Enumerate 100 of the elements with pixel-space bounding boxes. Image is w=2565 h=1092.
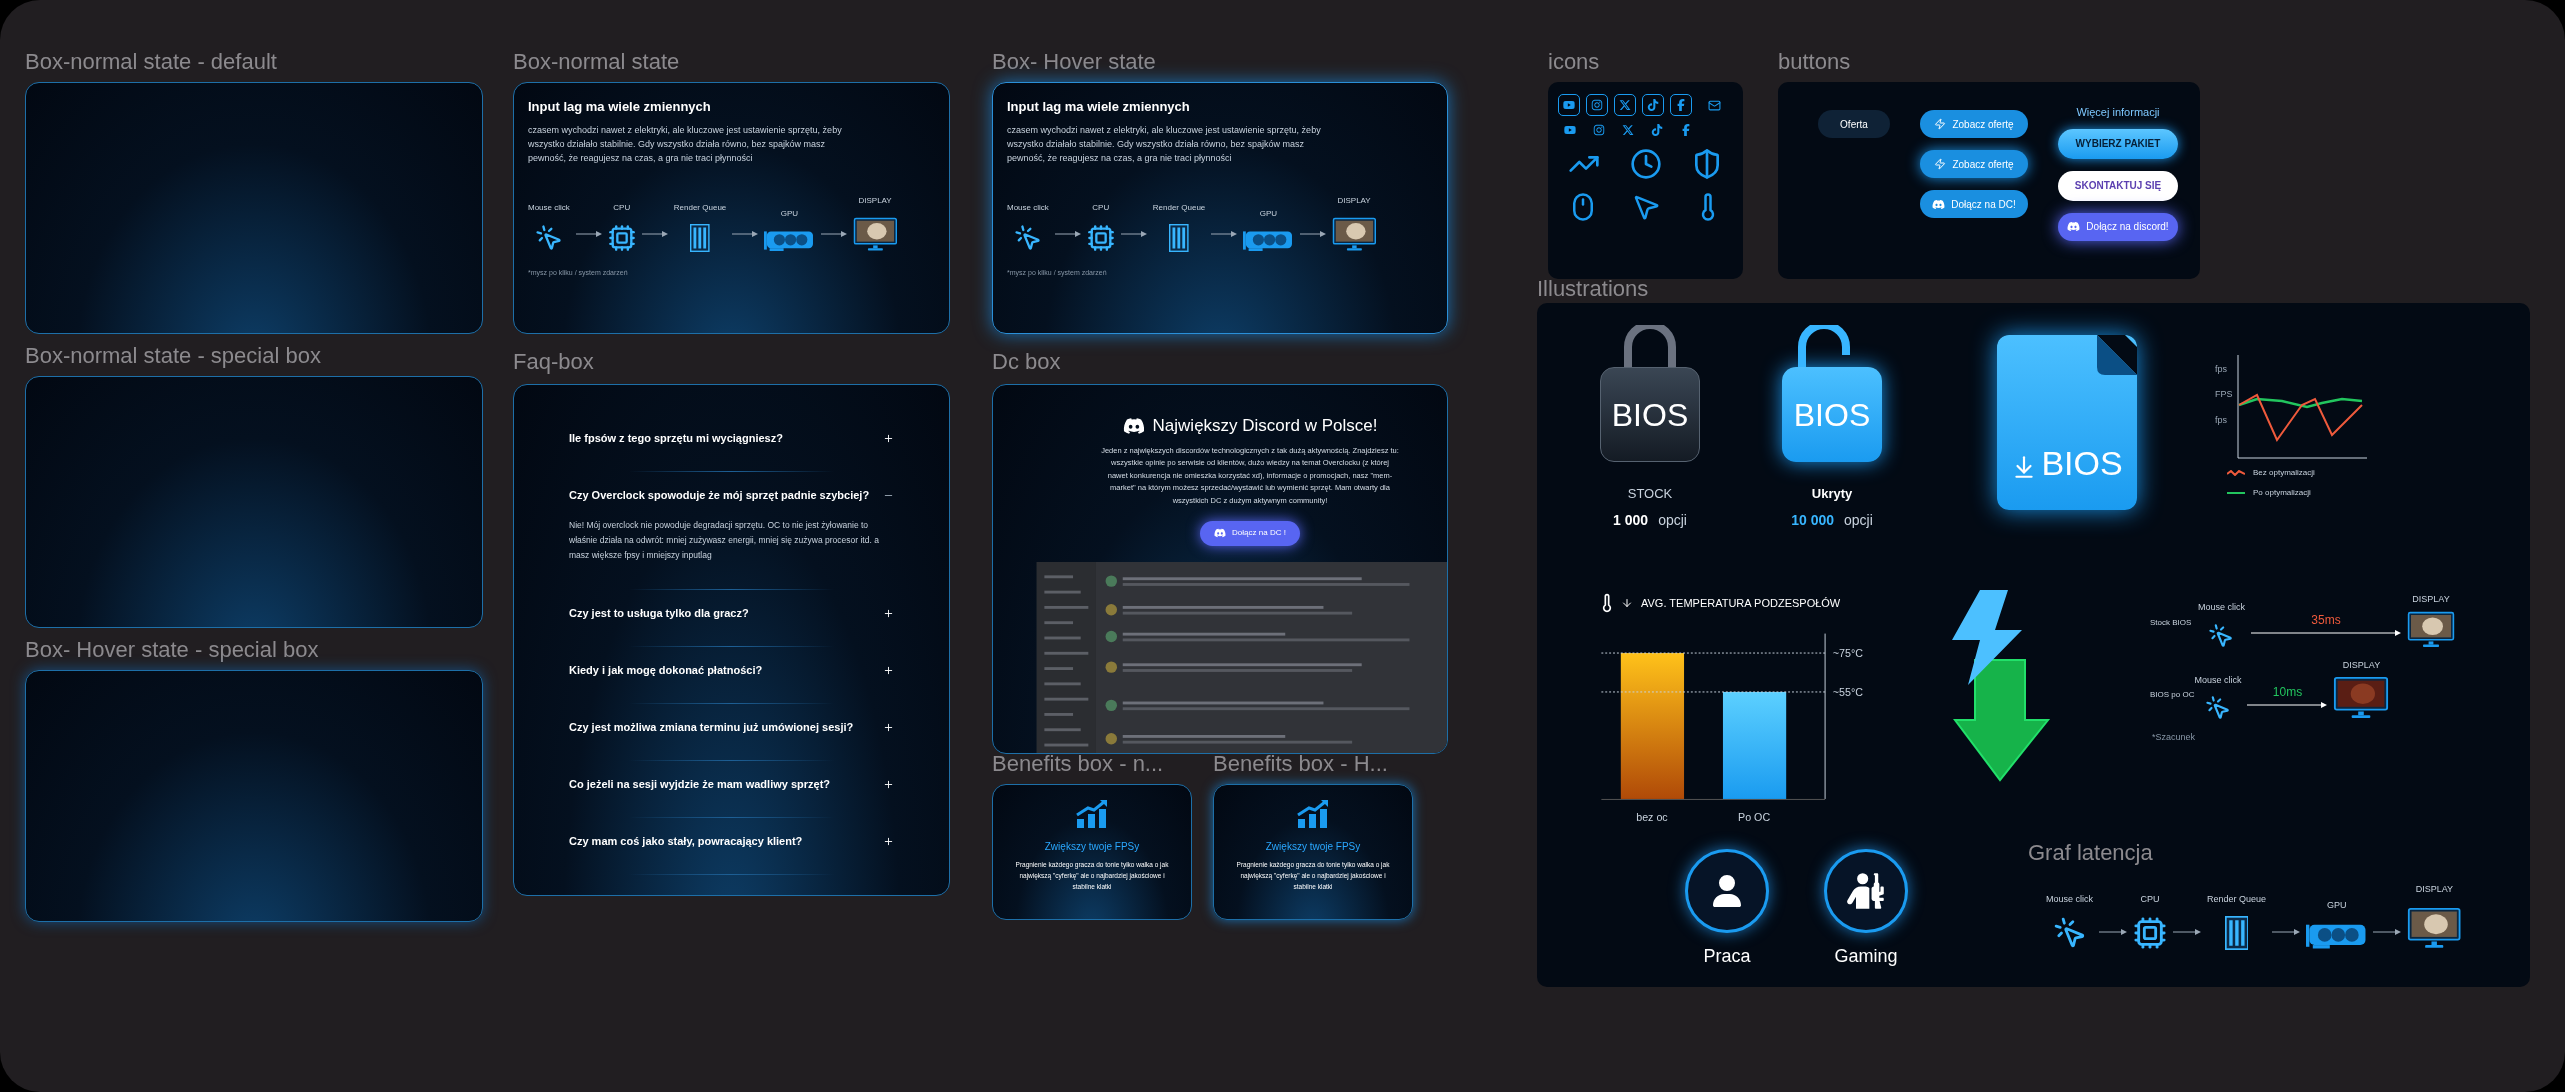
buttons-heading: Więcej informacji xyxy=(2076,105,2160,120)
section-label: Box-normal state - special box xyxy=(25,342,322,370)
step-label: CPU xyxy=(2140,892,2160,906)
monitor-icon xyxy=(2407,610,2455,649)
instagram-icon[interactable] xyxy=(1586,94,1608,116)
category-label: bez oc xyxy=(1636,811,1668,824)
contact-button[interactable]: SKONTAKTUJ SIĘ xyxy=(2058,170,2178,201)
bolt-icon xyxy=(1934,158,1947,170)
connector-arrow xyxy=(1299,230,1326,239)
connector-arrow xyxy=(1120,230,1147,239)
x-icon[interactable] xyxy=(1622,124,1634,136)
step-label: Mouse click xyxy=(2198,601,2245,615)
benefit-title: Zwiększy twoje FPSy xyxy=(1265,840,1361,854)
bolt-icon xyxy=(1934,118,1947,130)
facebook-icon[interactable] xyxy=(1680,124,1692,136)
section-label: Box- Hover state - special box xyxy=(25,636,320,664)
step-label: Render Queue xyxy=(1152,202,1206,215)
mouse-click-icon xyxy=(2204,695,2231,722)
graphics-card-icon xyxy=(764,229,815,253)
arrow-down-icon xyxy=(1621,597,1633,609)
connector-arrow xyxy=(820,230,847,239)
mode-label: Gaming xyxy=(1834,945,1898,968)
offer-button[interactable]: Oferta xyxy=(1818,110,1890,138)
youtube-icon[interactable] xyxy=(1564,124,1576,136)
connector-arrow xyxy=(2099,928,2127,936)
tick-label: ~75°C xyxy=(1832,646,1863,659)
graphics-card-icon xyxy=(1243,229,1294,253)
step-label: Mouse click xyxy=(2046,892,2093,906)
youtube-icon[interactable] xyxy=(1558,94,1580,116)
mode-button[interactable] xyxy=(1685,849,1769,933)
card-title: Input lag ma wiele zmiennych xyxy=(1007,98,1191,116)
tiktok-icon[interactable] xyxy=(1642,94,1664,116)
section-label: Box- Hover state xyxy=(992,48,1157,76)
axis-label: FPS xyxy=(2215,388,2233,402)
step-label: Mouse click xyxy=(2194,673,2242,687)
cpu-icon xyxy=(2133,916,2167,950)
step-label: CPU xyxy=(613,202,631,215)
legend-label: Po optymalizacji xyxy=(2253,487,2311,499)
plus-icon xyxy=(883,607,894,619)
x-icon[interactable] xyxy=(1614,94,1636,116)
connector-arrow xyxy=(2173,928,2201,936)
faq-answer: Nie! Mój overclock nie powoduje degradacji sprzętu. OC to nie jest żyłowanie to właśnie działa na odwrót: mniej zużywasz energii, mniej się zużywa procesor itd. a masz większe fpsy i mniejszy inputlag xyxy=(569,519,880,562)
latency-time: 35ms xyxy=(2311,611,2341,629)
lock-name: STOCK xyxy=(1627,485,1673,503)
monitor-icon xyxy=(852,216,898,253)
mode-label: Praca xyxy=(1703,945,1751,968)
faq-question[interactable]: Czy jest to usługa tylko dla gracz? xyxy=(569,590,894,636)
axis-label: fps xyxy=(2215,413,2228,427)
facebook-icon[interactable] xyxy=(1670,94,1692,116)
graphics-card-icon xyxy=(2306,922,2368,950)
discord-title: Największy Discord w Polsce! xyxy=(1152,415,1378,437)
join-discord-button[interactable]: Dołącz na DC ! xyxy=(1200,521,1300,546)
faq-question[interactable]: Czy Overclock spowoduje że mój sprzęt padnie szybciej? xyxy=(569,472,894,518)
lock-body: BIOS xyxy=(1600,367,1700,462)
discord-button[interactable]: Dołącz na discord! xyxy=(2058,212,2178,241)
step-label: GPU xyxy=(1259,207,1278,220)
card-title: Input lag ma wiele zmiennych xyxy=(528,98,712,116)
step-label: DISPLAY xyxy=(2342,658,2381,672)
connector-arrow xyxy=(2272,928,2301,936)
legend-label: Bez optymalizacji xyxy=(2253,467,2315,479)
category-label: Po OC xyxy=(1738,811,1771,824)
tick-label: ~55°C xyxy=(1832,685,1863,698)
mouse-click-icon xyxy=(2052,916,2087,950)
folded-corner-icon xyxy=(2097,335,2137,375)
step-label: DISPLAY xyxy=(1337,194,1371,207)
option-count: 1 000 xyxy=(1613,510,1649,530)
row-label: BIOS po OC xyxy=(2150,689,2195,702)
soldier-icon xyxy=(1846,871,1886,911)
discord-icon xyxy=(2067,220,2081,233)
faq-question[interactable]: Co jeżeli na sesji wyjdzie że mam wadliwy sprzęt? xyxy=(569,761,894,807)
faq-question[interactable]: Ile fpsów z tego sprzętu mi wyciągniesz? xyxy=(569,415,894,461)
section-label: Faq-box xyxy=(513,348,595,376)
faq-question[interactable]: Czy jest możliwa zmiana terminu już umówionej sesji? xyxy=(569,704,894,750)
connector-arrow xyxy=(641,230,668,239)
mode-button[interactable] xyxy=(1824,849,1908,933)
section-label: Box-normal state xyxy=(513,48,681,76)
step-label: CPU xyxy=(1092,202,1110,215)
user-icon xyxy=(1711,875,1743,907)
discord-icon xyxy=(1932,197,1946,211)
instagram-icon[interactable] xyxy=(1593,124,1605,136)
faq-question[interactable]: Czy mam coś jako stały, powracający klient? xyxy=(569,818,894,864)
card-text: czasem wychodzi nawet z elektryki, ale kluczowe jest ustawienie sprzętu, żeby wszystko działało stabilnie. Gdy wszystko działa równo, bez spajków masz pewność, że reagujesz na czas, a gra nie traci płynności xyxy=(1007,123,1322,165)
card-text: czasem wychodzi nawet z elektryki, ale kluczowe jest ustawienie sprzętu, żeby wszystko działało stabilnie. Gdy wszystko działa równo, bez spajków masz pewność, że reagujesz na czas, a gra nie traci płynności xyxy=(528,123,843,165)
latency-time: 10ms xyxy=(2272,684,2303,702)
step-label: Mouse click xyxy=(528,202,570,215)
faq-question[interactable]: Kiedy i jak mogę dokonać płatności? xyxy=(569,647,894,693)
option-count: 10 000 xyxy=(1791,510,1834,530)
plus-icon xyxy=(883,778,894,790)
footnote: *Szacunek xyxy=(2152,731,2197,745)
render-queue-icon xyxy=(1169,224,1189,253)
option-unit: opcji xyxy=(1658,510,1687,530)
mouse-click-icon xyxy=(534,224,563,253)
tiktok-icon[interactable] xyxy=(1651,124,1663,136)
cpu-icon xyxy=(1086,224,1115,253)
mail-icon[interactable] xyxy=(1708,98,1721,112)
section-label: Graf latencja xyxy=(2028,839,2154,867)
connector-arrow xyxy=(732,230,759,239)
choose-package-button[interactable]: WYBIERZ PAKIET xyxy=(2058,128,2178,159)
axis-label: fps xyxy=(2215,363,2228,376)
lock-name: Ukryty xyxy=(1811,485,1853,503)
